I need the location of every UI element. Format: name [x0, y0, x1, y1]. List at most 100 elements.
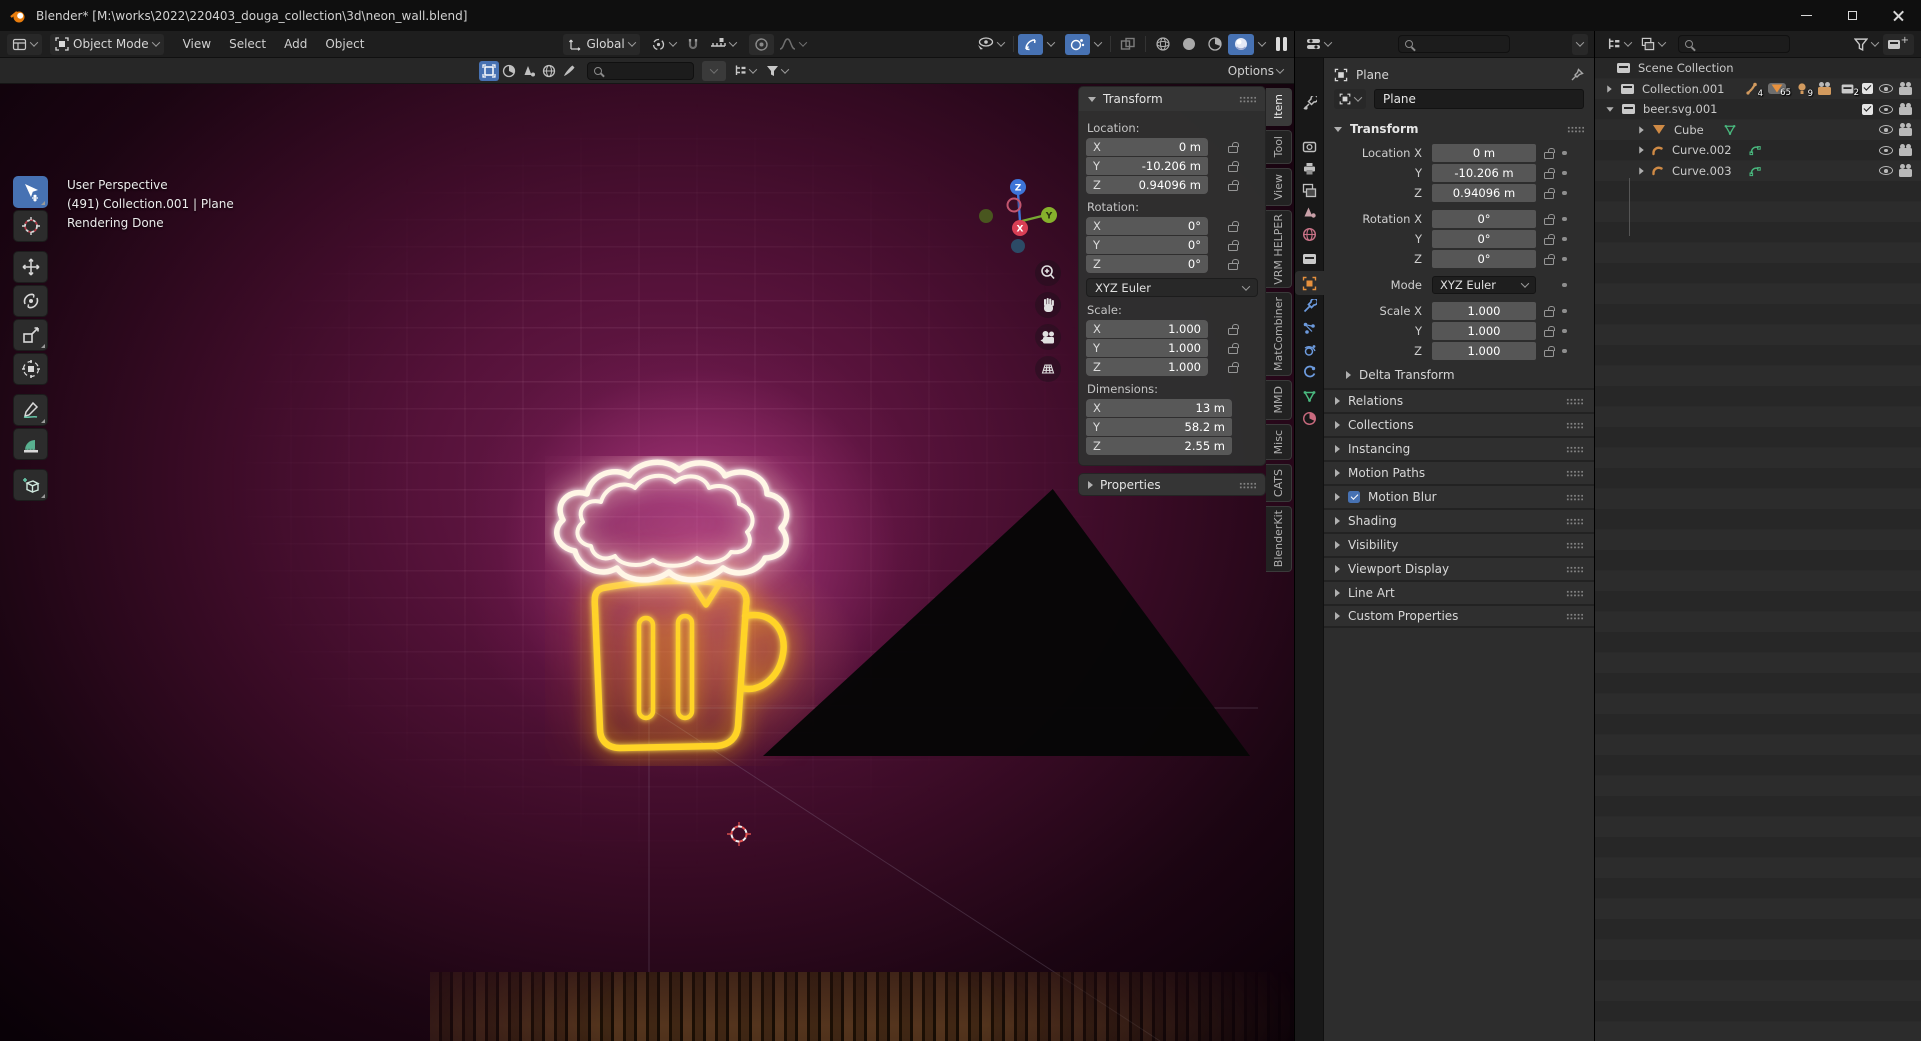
display-mode-dropdown[interactable]: [732, 61, 758, 81]
render-visibility-icon[interactable]: [1899, 128, 1912, 136]
shading-dropdown[interactable]: [1254, 34, 1270, 55]
tab-vrm-helper[interactable]: VRM HELPER: [1266, 210, 1292, 288]
tab-misc[interactable]: Misc: [1266, 424, 1292, 460]
gizmos-toggle[interactable]: [1018, 34, 1043, 55]
tab-view[interactable]: View: [1266, 168, 1292, 206]
lock-icon[interactable]: [1228, 347, 1238, 354]
tool-transform[interactable]: [13, 353, 48, 385]
location-z-field[interactable]: Z0.94096 m: [1086, 176, 1208, 194]
tab-viewlayer-properties[interactable]: [1295, 178, 1324, 202]
expand-arrow-icon[interactable]: [1639, 167, 1644, 174]
minimize-button[interactable]: [1783, 0, 1829, 31]
panel-drag-grip[interactable]: [1566, 422, 1583, 429]
exclude-checkbox[interactable]: [1862, 104, 1873, 115]
expand-arrow-icon[interactable]: [1607, 85, 1612, 92]
rotation-mode-dropdown[interactable]: XYZ Euler: [1086, 278, 1258, 297]
lock-icon[interactable]: [1544, 350, 1554, 357]
outliner-row-curve-003[interactable]: Curve.003: [1595, 161, 1921, 182]
tab-cats[interactable]: CATS: [1266, 464, 1292, 502]
render-visibility-icon[interactable]: [1899, 87, 1912, 95]
panel-drag-grip[interactable]: [1566, 446, 1583, 453]
outliner-filter-dropdown[interactable]: [1849, 34, 1883, 55]
outliner-display-mode-dropdown[interactable]: [1636, 34, 1670, 55]
menu-select[interactable]: Select: [220, 34, 275, 55]
lock-icon[interactable]: [1544, 330, 1554, 337]
overlays-toggle[interactable]: [1065, 34, 1090, 55]
pin-icon[interactable]: [1570, 68, 1584, 82]
tool-cursor[interactable]: [13, 210, 48, 242]
panel-drag-grip[interactable]: [1566, 518, 1583, 525]
tab-modifier-properties[interactable]: [1295, 294, 1324, 318]
proportional-falloff-dropdown[interactable]: [774, 34, 811, 55]
render-visibility-icon[interactable]: [1899, 148, 1912, 156]
new-collection-button[interactable]: +: [1883, 34, 1914, 55]
lock-icon[interactable]: [1228, 328, 1238, 335]
section-custom-properties[interactable]: Custom Properties: [1324, 604, 1594, 628]
editor-type-button[interactable]: [7, 34, 42, 55]
render-visibility-icon[interactable]: [1899, 107, 1912, 115]
section-instancing[interactable]: Instancing: [1324, 436, 1594, 460]
exclude-checkbox[interactable]: [1862, 83, 1873, 94]
zoom-view-button[interactable]: [1035, 260, 1061, 286]
animate-dot[interactable]: [1562, 257, 1567, 262]
hide-eye-icon[interactable]: [1879, 166, 1893, 175]
hide-eye-icon[interactable]: [1879, 105, 1893, 114]
gizmo-axis-neg-x[interactable]: [1008, 199, 1021, 212]
panel-drag-grip[interactable]: [1566, 398, 1583, 405]
outliner-row-curve-002[interactable]: Curve.002: [1595, 140, 1921, 161]
shading-rendered-button[interactable]: [1228, 34, 1254, 55]
prop-rotation-x[interactable]: 0°: [1432, 210, 1536, 228]
animate-dot[interactable]: [1562, 329, 1567, 334]
tool-add-cube[interactable]: [13, 469, 48, 501]
lock-icon[interactable]: [1228, 263, 1238, 270]
lock-icon[interactable]: [1228, 366, 1238, 373]
asset-brush-button[interactable]: [559, 61, 579, 81]
lock-icon[interactable]: [1544, 238, 1554, 245]
animate-dot[interactable]: [1562, 191, 1567, 196]
outliner-editor-type-button[interactable]: [1602, 34, 1636, 55]
gizmos-dropdown[interactable]: [1043, 34, 1059, 55]
lock-icon[interactable]: [1544, 192, 1554, 199]
perspective-toggle-button[interactable]: [1035, 356, 1061, 382]
hide-eye-icon[interactable]: [1879, 84, 1893, 93]
section-collections[interactable]: Collections: [1324, 412, 1594, 436]
snap-toggle[interactable]: [681, 34, 705, 55]
section-viewport-display[interactable]: Viewport Display: [1324, 556, 1594, 580]
location-y-field[interactable]: Y-10.206 m: [1086, 157, 1208, 175]
maximize-button[interactable]: [1829, 0, 1875, 31]
object-visibility-dropdown[interactable]: [971, 34, 1009, 55]
asset-material-button[interactable]: [499, 61, 519, 81]
outliner-row-scene-collection[interactable]: Scene Collection: [1595, 58, 1921, 79]
dimensions-y-field[interactable]: Y58.2 m: [1086, 418, 1232, 436]
section-delta-transform[interactable]: Delta Transform: [1324, 362, 1594, 388]
transform-orientation-dropdown[interactable]: Global: [563, 34, 639, 55]
section-motion-paths[interactable]: Motion Paths: [1324, 460, 1594, 484]
section-visibility[interactable]: Visibility: [1324, 532, 1594, 556]
tool-scale[interactable]: [13, 319, 48, 351]
lock-icon[interactable]: [1544, 152, 1554, 159]
shading-solid-button[interactable]: [1176, 34, 1202, 55]
dimensions-z-field[interactable]: Z2.55 m: [1086, 437, 1232, 455]
navigation-gizmo[interactable]: Z Y X: [975, 173, 1071, 269]
prop-location-y[interactable]: -10.206 m: [1432, 164, 1536, 182]
scale-z-field[interactable]: Z1.000: [1086, 358, 1208, 376]
lock-icon[interactable]: [1544, 258, 1554, 265]
outliner-row-collection-001[interactable]: Collection.001 4 65 9: [1595, 79, 1921, 100]
prop-rotation-z[interactable]: 0°: [1432, 250, 1536, 268]
tool-measure[interactable]: [13, 428, 48, 460]
snap-target-dropdown[interactable]: [705, 34, 741, 55]
tab-blenderkit[interactable]: BlenderKit: [1266, 506, 1292, 572]
lock-icon[interactable]: [1228, 165, 1238, 172]
transform-panel-header[interactable]: Transform: [1079, 87, 1265, 111]
tab-matcombiner[interactable]: MatCombiner: [1266, 292, 1292, 376]
transform-section-header[interactable]: Transform: [1324, 118, 1594, 140]
panel-drag-grip[interactable]: [1239, 482, 1256, 489]
section-line-art[interactable]: Line Art: [1324, 580, 1594, 604]
scale-y-field[interactable]: Y1.000: [1086, 339, 1208, 357]
prop-location-x[interactable]: 0 m: [1432, 144, 1536, 162]
panel-drag-grip[interactable]: [1566, 542, 1583, 549]
lock-icon[interactable]: [1544, 218, 1554, 225]
tab-object-properties[interactable]: [1295, 271, 1324, 295]
gizmo-axis-neg-y[interactable]: [979, 209, 993, 223]
asset-hdr-button[interactable]: [539, 61, 559, 81]
